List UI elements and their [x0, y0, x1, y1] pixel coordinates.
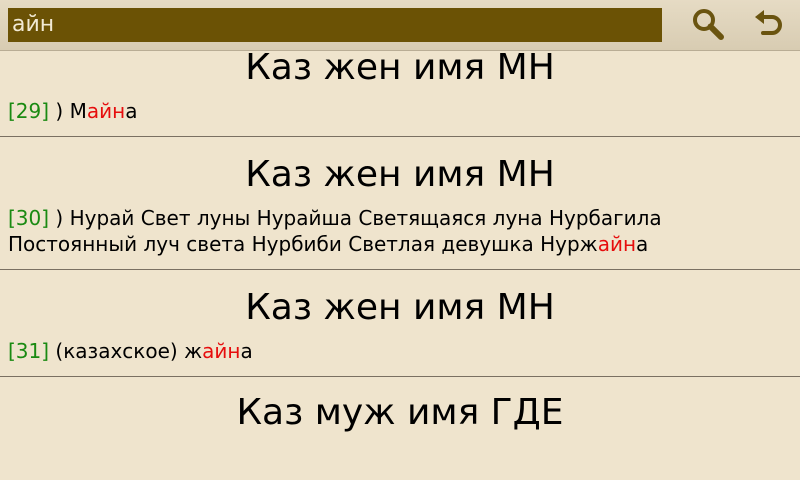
toolbar: [0, 0, 800, 51]
entry-text-pre: (казахское) ж: [49, 339, 203, 363]
entry-text-post: а: [636, 232, 649, 256]
list-item[interactable]: Каз жен имя МН [29] ) Майна: [0, 50, 800, 137]
search-input[interactable]: [8, 8, 662, 42]
match-highlight: айн: [597, 232, 637, 256]
entry-text-pre: ) М: [49, 99, 87, 123]
entry-title: Каз жен имя МН: [245, 50, 555, 88]
entry-text: [30] ) Нурай Свет луны Нурайша Светящаяс…: [0, 197, 800, 269]
entry-number: [31]: [8, 339, 50, 363]
entry-title: Каз жен имя МН: [245, 154, 555, 195]
results-list[interactable]: Каз жен имя МН [29] ) Майна Каз жен имя …: [0, 50, 800, 480]
entry-title[interactable]: Каз муж имя ГДЕ: [0, 377, 800, 435]
entry-text-post: а: [240, 339, 253, 363]
entry-number: [30]: [8, 206, 50, 230]
entry-number: [29]: [8, 99, 50, 123]
entry-text-post: а: [125, 99, 138, 123]
match-highlight: айн: [86, 99, 126, 123]
search-icon: [691, 7, 725, 45]
back-arrow-icon: [751, 7, 785, 45]
entry-text-pre: ) Нурай Свет луны Нурайша Светящаяся лун…: [8, 206, 662, 256]
list-item[interactable]: Каз жен имя МН [30] ) Нурай Свет луны Ну…: [0, 137, 800, 270]
search-button[interactable]: [688, 6, 728, 46]
back-button[interactable]: [748, 6, 788, 46]
match-highlight: айн: [202, 339, 241, 363]
entry-text: [29] ) Майна: [0, 90, 800, 136]
entry-text: [31] (казахское) жайна: [0, 330, 800, 376]
list-item[interactable]: Каз жен имя МН [31] (казахское) жайна: [0, 270, 800, 377]
entry-title: Каз жен имя МН: [245, 287, 555, 328]
